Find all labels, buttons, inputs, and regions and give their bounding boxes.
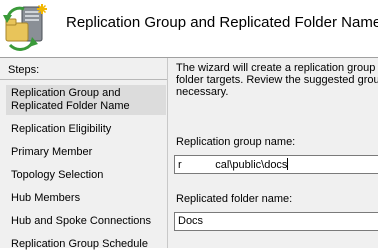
step-replication-eligibility[interactable]: Replication Eligibility bbox=[6, 123, 166, 136]
description-line: The wizard will create a replication gro… bbox=[176, 62, 378, 74]
page-title: Replication Group and Replicated Folder … bbox=[66, 14, 378, 31]
folder-name-field[interactable]: Docs bbox=[174, 212, 378, 231]
folder-name-label: Replicated folder name: bbox=[176, 193, 293, 205]
content-pane: The wizard will create a replication gro… bbox=[168, 58, 378, 248]
step-replication-group-schedule[interactable]: Replication Group Schedule bbox=[6, 238, 166, 251]
step-hub-members[interactable]: Hub Members bbox=[6, 192, 166, 205]
step-primary-member[interactable]: Primary Member bbox=[6, 146, 166, 159]
text-caret bbox=[287, 158, 289, 170]
description-line: folder targets. Review the suggested gro… bbox=[176, 74, 378, 86]
steps-heading: Steps: bbox=[8, 64, 40, 76]
steps-heading-divider bbox=[0, 79, 167, 80]
description-line: necessary. bbox=[176, 86, 229, 98]
group-name-value: r cal\public\docs bbox=[178, 159, 288, 171]
replication-folders-icon bbox=[3, 4, 47, 51]
step-hub-and-spoke-connections[interactable]: Hub and Spoke Connections bbox=[6, 215, 166, 228]
group-name-field[interactable]: r cal\public\docs bbox=[174, 155, 378, 174]
wizard-header: Replication Group and Replicated Folder … bbox=[0, 0, 378, 56]
group-name-label: Replication group name: bbox=[176, 136, 296, 148]
step-replication-group-name[interactable]: Replication Group and Replicated Folder … bbox=[6, 85, 166, 115]
step-topology-selection[interactable]: Topology Selection bbox=[6, 169, 166, 182]
steps-pane: Steps: Replication Group and Replicated … bbox=[0, 58, 168, 251]
